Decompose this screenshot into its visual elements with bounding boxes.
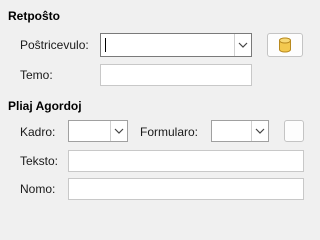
format-label: Kadro: xyxy=(20,125,56,139)
address-book-button[interactable] xyxy=(267,33,303,57)
form-options-button[interactable] xyxy=(284,120,304,142)
text-input[interactable] xyxy=(68,150,304,172)
text-cursor xyxy=(105,38,106,52)
recipient-combobox[interactable] xyxy=(100,33,252,57)
name-input[interactable] xyxy=(68,178,304,200)
subject-label: Temo: xyxy=(20,68,53,82)
recipient-label: Poŝtricevulo: xyxy=(20,38,89,52)
chevron-down-icon[interactable] xyxy=(111,121,127,141)
section-title-email: Retpoŝto xyxy=(8,9,60,23)
section-title-more-settings: Pliaj Agordoj xyxy=(8,99,82,113)
form-combobox[interactable] xyxy=(211,120,269,142)
chevron-down-icon[interactable] xyxy=(252,121,268,141)
text-label: Teksto: xyxy=(20,154,59,168)
subject-input[interactable] xyxy=(100,64,252,86)
name-label: Nomo: xyxy=(20,182,56,196)
format-combobox[interactable] xyxy=(68,120,128,142)
form-label: Formularo: xyxy=(140,125,199,139)
chevron-down-icon[interactable] xyxy=(235,34,251,56)
database-icon xyxy=(278,37,292,53)
